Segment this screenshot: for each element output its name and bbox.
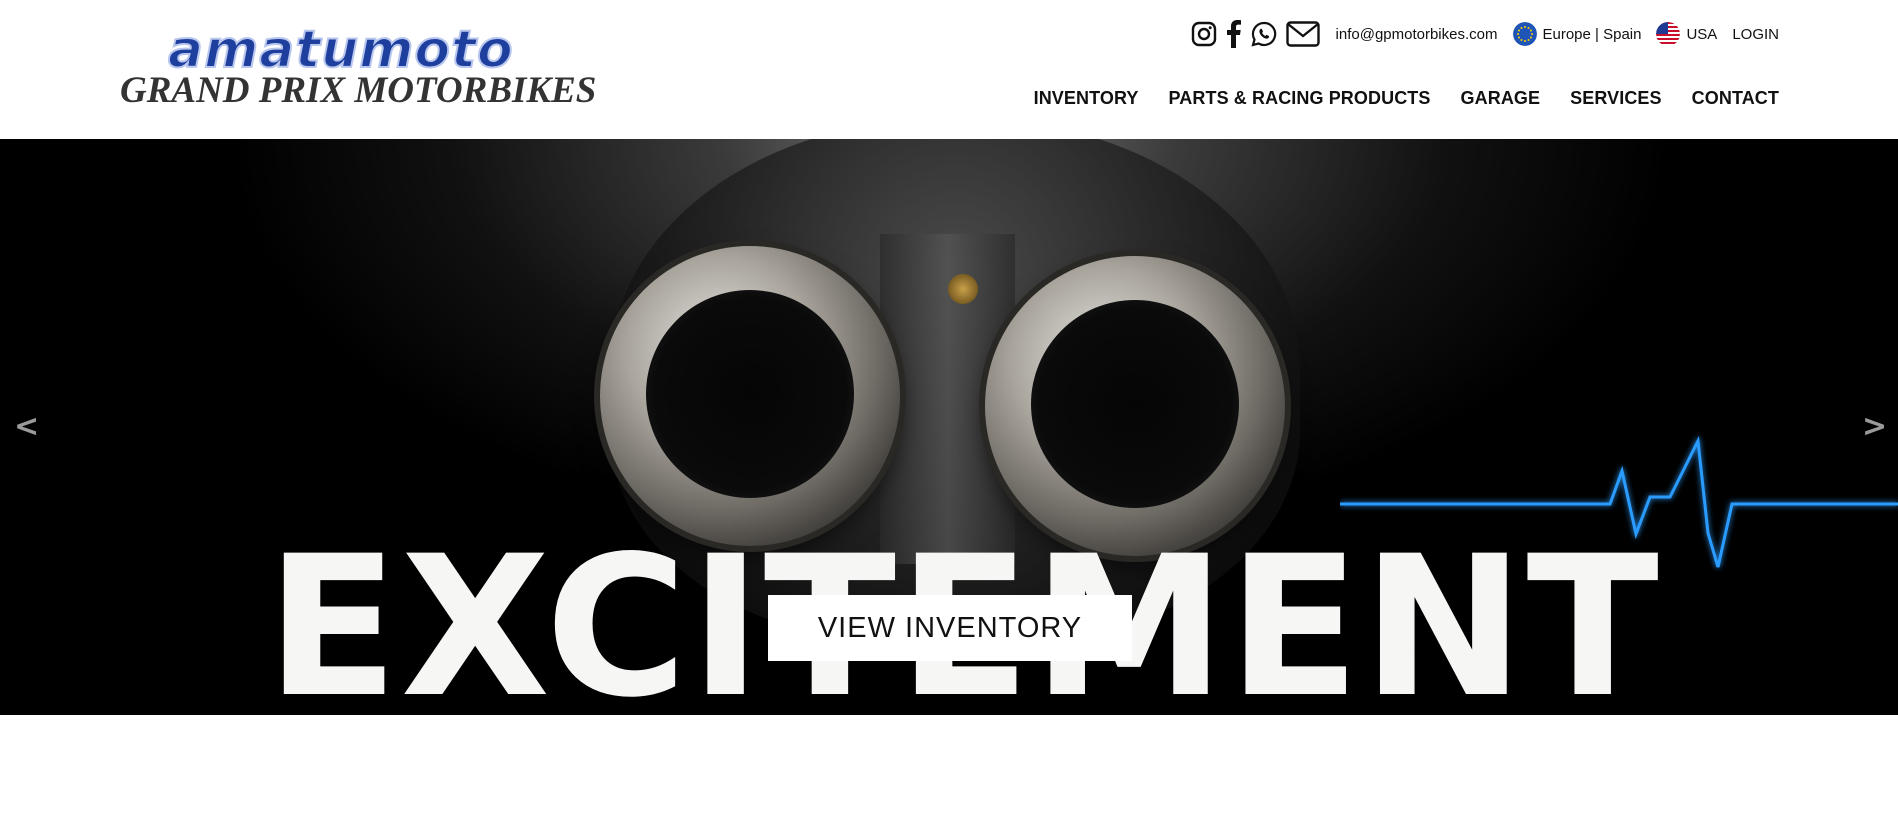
eu-flag-icon [1512, 22, 1537, 46]
top-bar: info@gpmotorbikes.com Europe | Spain USA… [1191, 16, 1779, 52]
hero-slider: EXCITEMENT VIEW INVENTORY < > [0, 139, 1898, 715]
region-usa-link[interactable]: USA [1656, 22, 1717, 46]
login-link[interactable]: LOGIN [1732, 26, 1779, 43]
right-pipe-opening [1031, 300, 1239, 508]
nav-item-contact[interactable]: CONTACT [1692, 88, 1779, 109]
main-nav: INVENTORY PARTS & RACING PRODUCTS GARAGE… [1034, 88, 1779, 109]
view-inventory-button[interactable]: VIEW INVENTORY [768, 595, 1132, 661]
nav-item-services[interactable]: SERVICES [1570, 88, 1662, 109]
hero-image-bolt [948, 274, 978, 304]
usa-flag-icon [1656, 22, 1681, 46]
whatsapp-icon[interactable] [1250, 21, 1277, 47]
left-pipe-opening [646, 290, 854, 498]
social-links [1191, 20, 1320, 48]
nav-item-parts-racing-products[interactable]: PARTS & RACING PRODUCTS [1169, 88, 1431, 109]
site-header: amatumoto GRAND PRIX MOTORBIKES info@gpm… [0, 0, 1898, 139]
slider-prev-arrow-icon[interactable]: < [14, 409, 39, 444]
hero-image-right-pipe [985, 256, 1285, 556]
nav-item-garage[interactable]: GARAGE [1461, 88, 1541, 109]
region-europe-label: Europe | Spain [1542, 25, 1642, 43]
instagram-icon[interactable] [1191, 21, 1217, 47]
site-logo[interactable]: amatumoto GRAND PRIX MOTORBIKES [120, 21, 596, 112]
logo-tagline: GRAND PRIX MOTORBIKES [120, 70, 597, 111]
hero-image-left-pipe [600, 246, 900, 546]
slider-next-arrow-icon[interactable]: > [1862, 409, 1887, 444]
mail-icon[interactable] [1285, 21, 1320, 47]
facebook-icon[interactable] [1226, 20, 1242, 48]
region-europe-link[interactable]: Europe | Spain [1512, 22, 1642, 46]
region-usa-label: USA [1686, 25, 1718, 43]
nav-item-inventory[interactable]: INVENTORY [1034, 88, 1139, 109]
contact-email-link[interactable]: info@gpmotorbikes.com [1336, 26, 1498, 43]
